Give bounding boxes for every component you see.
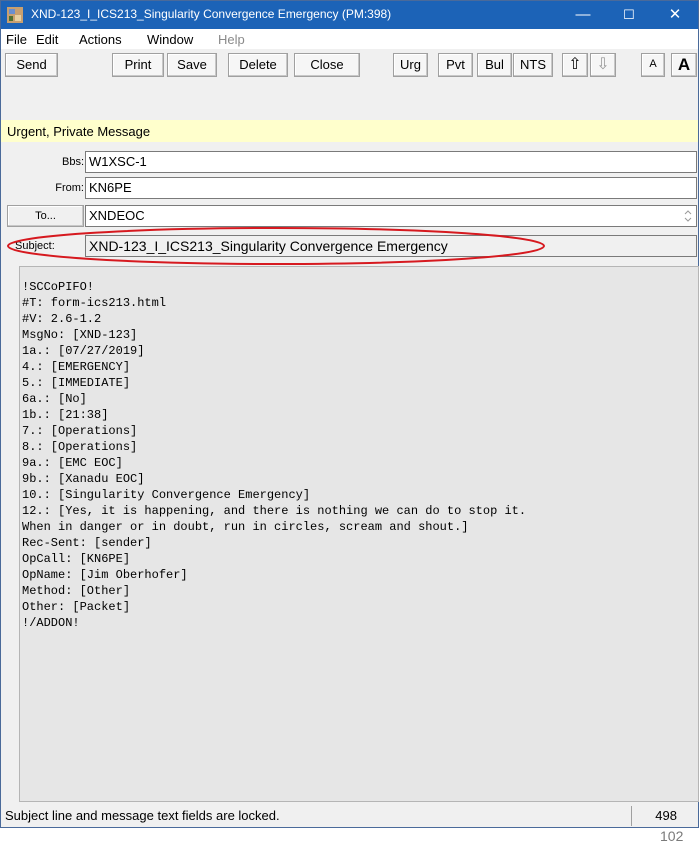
message-line: 7.: [Operations] bbox=[22, 424, 138, 438]
message-line: OpName: [Jim Oberhofer] bbox=[22, 568, 188, 582]
message-line: When in danger or in doubt, run in circl… bbox=[22, 520, 469, 534]
message-line: 9a.: [EMC EOC] bbox=[22, 456, 123, 470]
message-line: !/ADDON! bbox=[22, 616, 80, 630]
menu-bar: File Edit Actions Window Help bbox=[1, 29, 698, 49]
down-arrow-icon[interactable]: ⇩ bbox=[590, 53, 616, 77]
message-line: 5.: [IMMEDIATE] bbox=[22, 376, 131, 390]
delete-button[interactable]: Delete bbox=[228, 53, 288, 77]
message-line: 1b.: [21:38] bbox=[22, 408, 109, 422]
message-line: 10.: [Singularity Convergence Emergency] bbox=[22, 488, 311, 502]
from-field[interactable]: KN6PE bbox=[85, 177, 697, 199]
minimize-button[interactable]: — bbox=[560, 1, 606, 29]
message-line: 4.: [EMERGENCY] bbox=[22, 360, 131, 374]
status-text: Subject line and message text fields are… bbox=[5, 808, 280, 823]
menu-help[interactable]: Help bbox=[218, 32, 245, 47]
send-button[interactable]: Send bbox=[5, 53, 58, 77]
to-button[interactable]: To... bbox=[7, 205, 84, 227]
menu-window[interactable]: Window bbox=[147, 32, 193, 47]
message-body[interactable]: !SCCoPIFO! #T: form-ics213.html #V: 2.6-… bbox=[19, 266, 699, 802]
status-bar: Subject line and message text fields are… bbox=[1, 805, 698, 827]
to-value: XNDEOC bbox=[89, 208, 145, 223]
scroll-icon[interactable] bbox=[684, 209, 692, 223]
page-number: 102 bbox=[660, 828, 684, 844]
bbs-label: Bbs: bbox=[61, 156, 84, 168]
app-icon bbox=[7, 7, 23, 23]
from-row: From: KN6PE bbox=[1, 176, 698, 200]
message-line: 1a.: [07/27/2019] bbox=[22, 344, 145, 358]
subject-field[interactable]: XND-123_I_ICS213_Singularity Convergence… bbox=[85, 235, 697, 257]
menu-actions[interactable]: Actions bbox=[79, 32, 122, 47]
status-count: 498 bbox=[655, 808, 677, 823]
urgent-button[interactable]: Urg bbox=[393, 53, 428, 77]
font-larger-button[interactable]: A bbox=[671, 53, 697, 77]
message-line: #V: 2.6-1.2 bbox=[22, 312, 102, 326]
message-line: Method: [Other] bbox=[22, 584, 131, 598]
menu-file[interactable]: File bbox=[6, 32, 27, 47]
priority-banner-text: Urgent, Private Message bbox=[7, 124, 151, 139]
print-button[interactable]: Print bbox=[112, 53, 164, 77]
bbs-field[interactable]: W1XSC-1 bbox=[85, 151, 697, 173]
message-line: Other: [Packet] bbox=[22, 600, 131, 614]
to-row: To... XNDEOC bbox=[1, 204, 698, 228]
message-line: Rec-Sent: [sender] bbox=[22, 536, 152, 550]
subject-row: Subject: XND-123_I_ICS213_Singularity Co… bbox=[1, 234, 698, 258]
message-line: !SCCoPIFO! bbox=[22, 280, 95, 294]
to-field[interactable]: XNDEOC bbox=[85, 205, 697, 227]
message-text: !SCCoPIFO! #T: form-ics213.html #V: 2.6-… bbox=[20, 267, 698, 631]
private-button[interactable]: Pvt bbox=[438, 53, 473, 77]
toolbar: Send Print Save Delete Close Urg Pvt Bul… bbox=[1, 49, 698, 79]
close-window-button[interactable]: ✕ bbox=[652, 1, 698, 29]
up-arrow-icon[interactable]: ⇧ bbox=[562, 53, 588, 77]
status-separator bbox=[631, 806, 632, 826]
bbs-row: Bbs: W1XSC-1 bbox=[1, 150, 698, 174]
maximize-button[interactable]: ☐ bbox=[606, 1, 652, 29]
subject-label: Subject: bbox=[15, 240, 55, 252]
message-line: OpCall: [KN6PE] bbox=[22, 552, 131, 566]
message-window: XND-123_I_ICS213_Singularity Convergence… bbox=[0, 0, 699, 828]
save-button[interactable]: Save bbox=[167, 53, 217, 77]
nts-button[interactable]: NTS bbox=[513, 53, 553, 77]
close-button[interactable]: Close bbox=[294, 53, 360, 77]
window-title: XND-123_I_ICS213_Singularity Convergence… bbox=[31, 7, 392, 21]
menu-edit[interactable]: Edit bbox=[36, 32, 58, 47]
message-line: 12.: [Yes, it is happening, and there is… bbox=[22, 504, 527, 518]
font-smaller-button[interactable]: A bbox=[641, 53, 665, 77]
title-bar[interactable]: XND-123_I_ICS213_Singularity Convergence… bbox=[1, 1, 698, 29]
bulletin-button[interactable]: Bul bbox=[477, 53, 512, 77]
message-line: 8.: [Operations] bbox=[22, 440, 138, 454]
priority-banner: Urgent, Private Message bbox=[1, 120, 698, 142]
message-line: 6a.: [No] bbox=[22, 392, 87, 406]
message-line: #T: form-ics213.html bbox=[22, 296, 167, 310]
from-label: From: bbox=[55, 182, 84, 194]
message-line: 9b.: [Xanadu EOC] bbox=[22, 472, 145, 486]
message-line: MsgNo: [XND-123] bbox=[22, 328, 138, 342]
